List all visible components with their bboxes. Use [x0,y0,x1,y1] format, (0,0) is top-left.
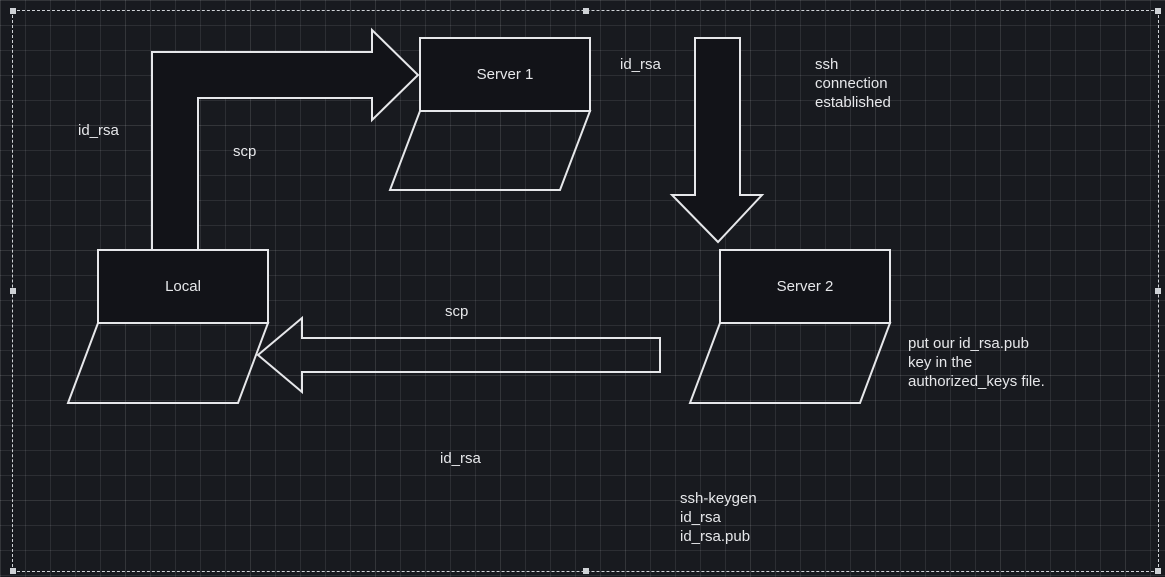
node-server2-label: Server 2 [777,278,834,295]
label-keygen: ssh-keygen id_rsa id_rsa.pub [680,490,757,546]
diagram-svg: Local Server 1 Server 2 [0,0,1165,577]
label-scp-bottom: scp [445,303,468,322]
diagram-canvas: Local Server 1 Server 2 id_rsa scp id_rs… [0,0,1165,577]
label-id-rsa-top: id_rsa [620,56,661,75]
arrow-server1-to-server2 [672,38,762,242]
label-id-rsa-bottom: id_rsa [440,450,481,469]
node-server1: Server 1 [390,38,590,190]
label-put-pub: put our id_rsa.pub key in the authorized… [908,335,1045,391]
label-id-rsa-left: id_rsa [78,122,119,141]
arrow-server2-to-local [258,318,660,392]
node-server2: Server 2 [690,250,890,403]
node-server1-label: Server 1 [477,66,534,83]
arrow-local-to-server1 [152,30,418,250]
label-ssh-established: ssh connection established [815,56,891,112]
node-local-label: Local [165,278,201,295]
node-local: Local [68,250,268,403]
label-scp-elbow: scp [233,143,256,162]
